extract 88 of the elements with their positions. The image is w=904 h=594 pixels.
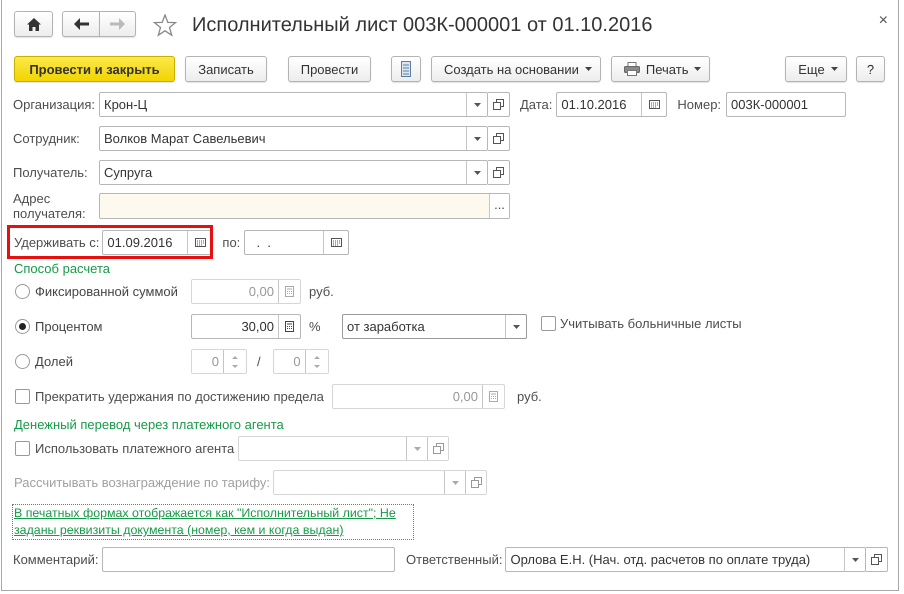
home-button[interactable] <box>14 11 53 37</box>
caret-icon <box>584 67 592 71</box>
calendar-icon <box>330 238 342 246</box>
field-label: по: <box>222 234 240 250</box>
toolbar-button[interactable]: Записать <box>185 56 267 82</box>
unit-label: руб. <box>517 389 543 404</box>
open-icon <box>470 477 482 488</box>
radio-button[interactable] <box>15 319 30 334</box>
list-button[interactable] <box>391 56 421 82</box>
option-label: Фиксированной суммой <box>35 284 179 299</box>
caret-icon <box>512 324 520 328</box>
menu-button[interactable]: Создать на основании <box>431 56 601 82</box>
caret-icon <box>414 446 420 450</box>
field-label: Получатель: <box>13 165 89 180</box>
checkbox-label: Использовать платежного агента <box>35 441 236 456</box>
field-label: Комментарий: <box>13 552 99 567</box>
recipient-field[interactable]: Супруга <box>99 160 488 185</box>
checkbox-label: Прекратить удержания по достижению предела <box>35 389 325 404</box>
star-icon[interactable] <box>153 14 177 36</box>
post-and-close-button[interactable]: Провести и закрыть <box>14 56 175 82</box>
back-button[interactable] <box>62 11 99 37</box>
option-label: Долей <box>35 354 74 369</box>
date-field[interactable]: . . <box>244 230 350 254</box>
section-title: Способ расчета <box>13 261 112 277</box>
field-label: Адрес получателя: <box>13 191 87 221</box>
radio-button[interactable] <box>15 284 30 299</box>
base-select[interactable]: от заработка <box>342 314 527 339</box>
unit-label: % <box>309 319 322 334</box>
checkbox[interactable] <box>541 316 556 331</box>
notice-link[interactable]: В печатных формах отображается как "Исполнительный лист"; Не заданы реквизиты документа (номер, кем и когда выдан) <box>12 504 414 540</box>
caret-icon <box>852 558 859 562</box>
unit-label: руб. <box>309 284 335 299</box>
open-button[interactable] <box>488 126 510 151</box>
calculator-icon <box>285 286 294 297</box>
window-title: Исполнительный лист 003К-000001 от 01.10.2016 <box>192 14 652 36</box>
up-down-arrows-icon <box>314 354 320 368</box>
caret-icon <box>474 170 480 174</box>
toolbar-button[interactable]: Провести <box>288 56 371 82</box>
calculator-icon <box>489 391 498 402</box>
amount-field[interactable]: 30,00 <box>191 314 301 339</box>
radio-button[interactable] <box>15 354 30 369</box>
list-icon <box>401 61 411 77</box>
checkbox[interactable] <box>15 441 30 456</box>
open-icon <box>432 443 444 454</box>
checkbox-label: Учитывать больничные листы <box>560 316 742 331</box>
caret-icon <box>452 480 458 484</box>
field-label: Номер: <box>677 97 722 112</box>
open-icon <box>493 167 504 178</box>
help-button[interactable]: ? <box>856 56 885 82</box>
field-label: Рассчитывать вознаграждение по тарифу: <box>14 475 271 490</box>
option-label: Процентом <box>35 319 104 334</box>
employee-field[interactable]: Волков Марат Савельевич <box>99 126 488 151</box>
field-label: Организация: <box>13 97 96 112</box>
field-label: Сотрудник: <box>13 131 81 146</box>
field-label: Ответственный: <box>406 552 502 567</box>
print-button[interactable]: Печать <box>610 56 710 82</box>
open-button[interactable] <box>866 547 888 572</box>
section-title: Денежный перевод через платежного агента <box>13 417 285 433</box>
calendar-icon <box>194 238 206 246</box>
open-icon <box>871 554 882 565</box>
up-down-arrows-icon <box>232 354 238 368</box>
field-label: Удерживать с: <box>14 234 100 250</box>
caret-icon <box>694 67 702 71</box>
arrow-right-icon <box>110 18 125 30</box>
comment-field[interactable] <box>102 547 395 572</box>
calculator-icon <box>285 321 294 332</box>
open-icon <box>493 99 504 110</box>
address-field[interactable]: ... <box>99 193 510 219</box>
calendar-icon <box>648 100 660 109</box>
select-button[interactable]: ... <box>489 194 509 218</box>
field-label: Дата: <box>520 97 552 112</box>
arrow-left-icon <box>74 18 88 30</box>
open-button[interactable] <box>488 160 510 185</box>
date-field[interactable]: 01.10.2016 <box>556 92 668 117</box>
caret-icon <box>474 102 480 106</box>
open-button[interactable] <box>488 92 510 117</box>
open-icon <box>493 133 504 144</box>
separator-label: / <box>257 354 261 369</box>
checkbox[interactable] <box>15 389 30 404</box>
more-button[interactable]: Еще <box>785 56 847 82</box>
number-field[interactable]: 003К-000001 <box>726 92 846 117</box>
close-button[interactable]: × <box>878 12 888 30</box>
caret-icon <box>474 136 480 140</box>
responsible-field[interactable]: Орлова Е.Н. (Нач. отд. расчетов по оплате труда) <box>505 547 866 572</box>
printer-icon <box>624 62 640 76</box>
organization-field[interactable]: Крон-Ц <box>99 92 488 117</box>
home-icon <box>26 18 40 30</box>
caret-icon <box>830 67 838 71</box>
